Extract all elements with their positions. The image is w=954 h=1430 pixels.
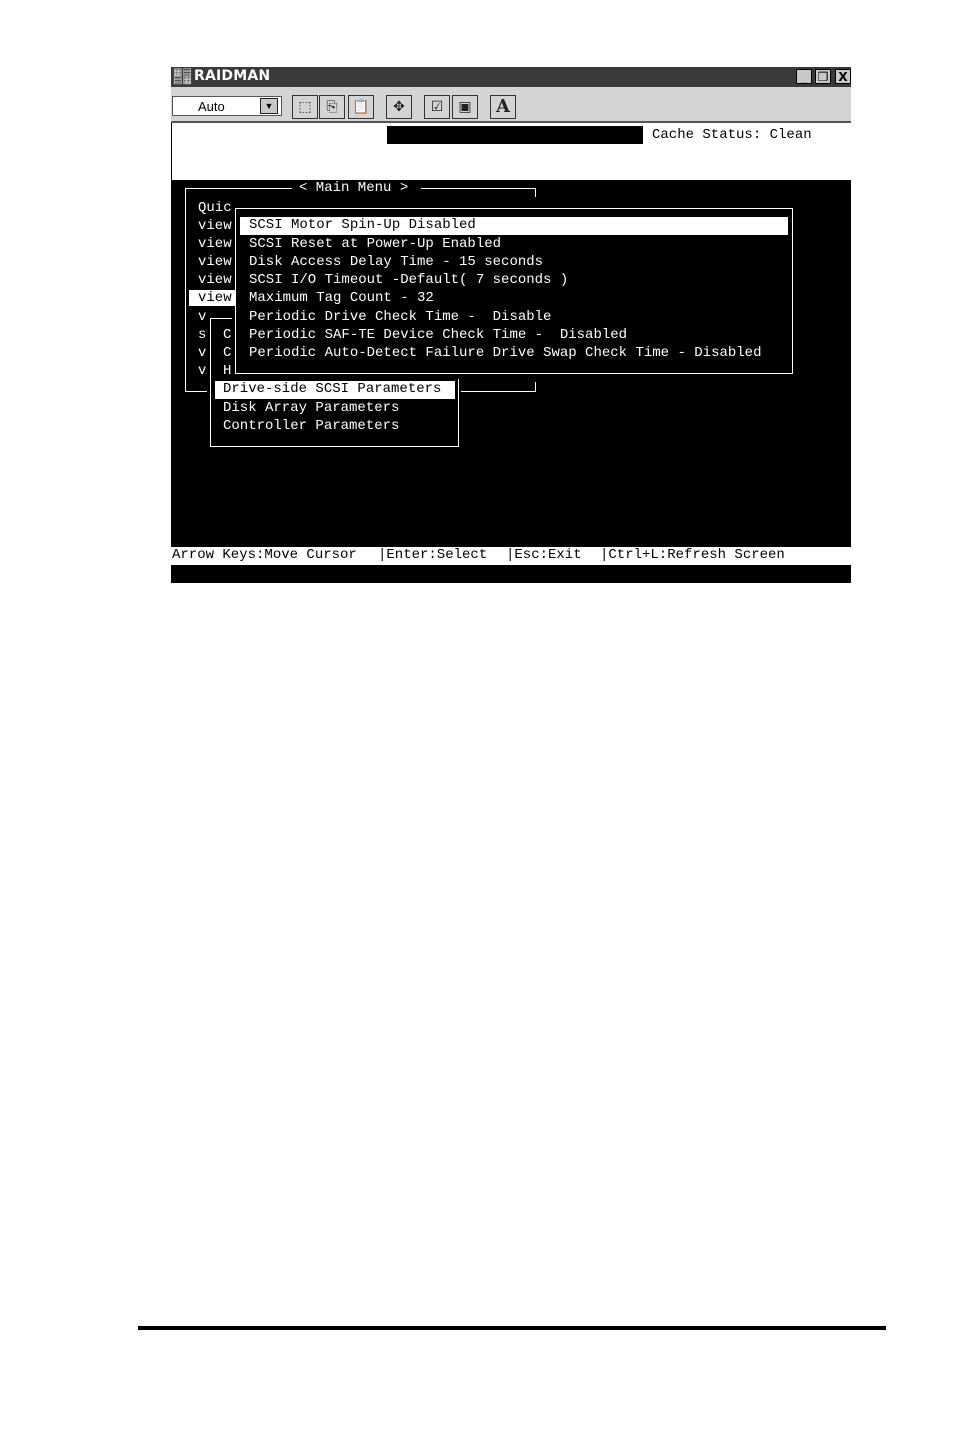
bottom-bar — [171, 565, 851, 583]
main-menu-title: < Main Menu > — [299, 180, 409, 196]
cache-status: Cache Status: Clean — [652, 127, 812, 143]
config-menu-item-selected[interactable]: Drive-side SCSI Parameters — [215, 381, 455, 399]
app-icon: ▦▤ ▤▦ — [173, 67, 192, 86]
fullscreen-icon[interactable]: ✥ — [386, 95, 412, 119]
submenu-frame-top — [210, 318, 232, 319]
main-menu-frame-bottom-left — [185, 391, 207, 392]
main-menu-item[interactable]: view — [198, 218, 232, 234]
copy-icon[interactable]: ⎘ — [319, 95, 345, 119]
scsi-param-item-selected[interactable]: SCSI Motor Spin-Up Disabled — [240, 217, 788, 235]
key-help-bar: Arrow Keys:Move Cursor |Enter:Select |Es… — [171, 547, 851, 565]
scsi-param-item[interactable]: Disk Access Delay Time - 15 seconds — [249, 254, 543, 270]
config-menu-item[interactable]: Controller Parameters — [223, 418, 399, 434]
key-help-exit: |Esc:Exit — [506, 547, 582, 563]
main-menu-frame-left — [185, 188, 186, 392]
font-size-value: Auto — [198, 99, 225, 114]
font-icon[interactable]: A — [490, 95, 516, 119]
terminal-screen: < Main Menu > Quic view view view view v… — [171, 180, 851, 547]
raidman-window: ▦▤ ▤▦ RAIDMAN _ ❐ X Auto ▼ ⬚ ⎘ 📋 ✥ ☑ ▣ A … — [171, 67, 851, 583]
status-bar-black — [387, 126, 643, 144]
main-menu-item[interactable]: Quic — [198, 200, 232, 216]
minimize-button[interactable]: _ — [796, 69, 812, 84]
scsi-param-item[interactable]: Periodic Drive Check Time - Disable — [249, 309, 551, 325]
key-help-refresh: |Ctrl+L:Refresh Screen — [600, 547, 785, 563]
main-menu-item-selected[interactable]: view — [189, 290, 236, 306]
paste-icon[interactable]: 📋 — [348, 95, 374, 119]
main-menu-item[interactable]: v — [198, 345, 206, 361]
restore-button[interactable]: ❐ — [815, 69, 831, 84]
page-rule — [138, 1326, 886, 1330]
scsi-param-item[interactable]: Periodic SAF-TE Device Check Time - Disa… — [249, 327, 627, 343]
main-menu-frame-top-right — [421, 188, 536, 189]
scsi-param-item[interactable]: Maximum Tag Count - 32 — [249, 290, 434, 306]
main-menu-item[interactable]: view — [198, 254, 232, 270]
scsi-param-item[interactable]: SCSI Reset at Power-Up Enabled — [249, 236, 501, 252]
config-menu-item[interactable]: Disk Array Parameters — [223, 400, 399, 416]
dropdown-arrow-icon[interactable]: ▼ — [260, 98, 278, 114]
window-title: RAIDMAN — [194, 68, 271, 84]
submenu-item[interactable]: C — [223, 345, 231, 361]
key-help-select: |Enter:Select — [378, 547, 488, 563]
main-menu-item[interactable]: view — [198, 272, 232, 288]
title-bar[interactable]: ▦▤ ▤▦ RAIDMAN _ ❐ X — [171, 67, 851, 87]
close-button[interactable]: X — [835, 69, 851, 84]
scsi-param-item[interactable]: Periodic Auto-Detect Failure Drive Swap … — [249, 345, 761, 361]
properties-icon[interactable]: ☑ — [424, 95, 450, 119]
status-area: Cache Status: Clean — [171, 123, 851, 180]
key-help-move: Arrow Keys:Move Cursor — [172, 547, 357, 563]
main-menu-frame-top-left — [185, 188, 292, 189]
submenu-item[interactable]: H — [223, 363, 231, 379]
toolbar: Auto ▼ ⬚ ⎘ 📋 ✥ ☑ ▣ A — [171, 87, 851, 123]
main-menu-frame-right-top — [535, 188, 536, 197]
submenu-item[interactable]: C — [223, 327, 231, 343]
main-menu-frame-right-bottom — [535, 382, 536, 392]
main-menu-item[interactable]: view — [198, 236, 232, 252]
main-menu-item[interactable]: v — [198, 363, 206, 379]
mark-icon[interactable]: ⬚ — [292, 95, 318, 119]
main-menu-item[interactable]: s — [198, 327, 206, 343]
main-menu-item[interactable]: v — [198, 309, 206, 325]
background-icon[interactable]: ▣ — [452, 95, 478, 119]
main-menu-frame-bottom-right — [461, 391, 536, 392]
scsi-param-item[interactable]: SCSI I/O Timeout -Default( 7 seconds ) — [249, 272, 568, 288]
